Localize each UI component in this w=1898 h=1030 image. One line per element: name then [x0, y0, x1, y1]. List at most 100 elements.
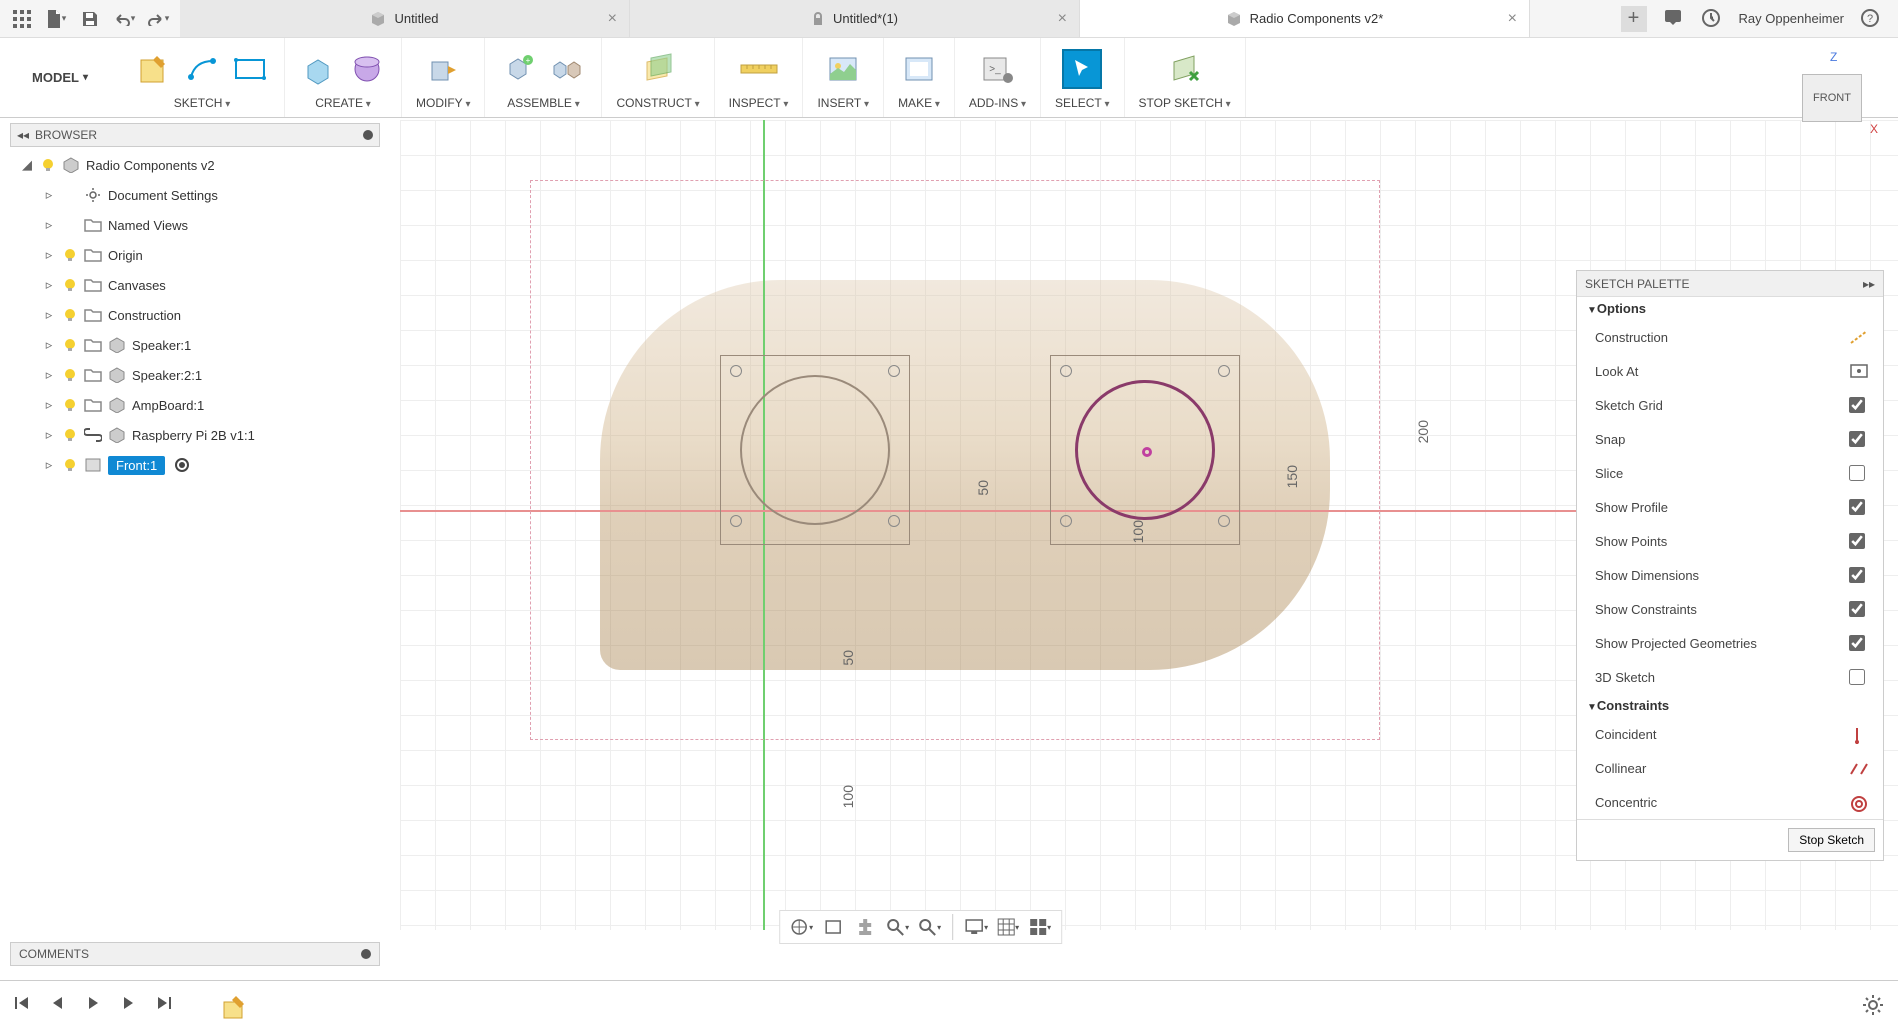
- display-settings-icon[interactable]: ▾: [963, 914, 989, 940]
- sketch-rectangle[interactable]: [530, 180, 1380, 740]
- lightbulb-icon[interactable]: [62, 367, 78, 383]
- dimension-label[interactable]: 50: [840, 650, 856, 666]
- ribbon-label[interactable]: ADD-INS: [969, 96, 1026, 110]
- ribbon-label[interactable]: STOP SKETCH: [1139, 96, 1231, 110]
- hole-circle[interactable]: [730, 515, 742, 527]
- tab-untitled-1[interactable]: Untitled*(1) ×: [630, 0, 1080, 37]
- palette-section-constraints[interactable]: Constraints: [1577, 694, 1883, 717]
- stop-sketch-icon[interactable]: [1165, 49, 1205, 89]
- palette-option-row[interactable]: Show Dimensions: [1577, 558, 1883, 592]
- ribbon-label[interactable]: SELECT: [1055, 96, 1110, 110]
- save-icon[interactable]: [78, 7, 102, 31]
- comments-panel-header[interactable]: COMMENTS: [10, 942, 380, 966]
- palette-option-row[interactable]: Sketch Grid: [1577, 388, 1883, 422]
- lightbulb-icon[interactable]: [62, 337, 78, 353]
- extrude-icon[interactable]: [299, 49, 339, 89]
- browser-panel-header[interactable]: ◂◂ BROWSER: [10, 123, 380, 147]
- checkbox[interactable]: [1849, 567, 1865, 583]
- notifications-icon[interactable]: [1663, 8, 1685, 30]
- undo-icon[interactable]: ▾: [112, 7, 136, 31]
- grid-settings-icon[interactable]: ▾: [995, 914, 1021, 940]
- checkbox[interactable]: [1849, 669, 1865, 685]
- dimension-label[interactable]: 150: [1284, 465, 1300, 488]
- fit-icon[interactable]: ▾: [916, 914, 942, 940]
- caret-right-icon[interactable]: ▹: [42, 247, 56, 263]
- caret-right-icon[interactable]: ▹: [42, 187, 56, 203]
- coincident-icon[interactable]: [1849, 726, 1865, 742]
- dimension-label[interactable]: 50: [975, 480, 991, 496]
- palette-option-row[interactable]: Snap: [1577, 422, 1883, 456]
- palette-header[interactable]: SKETCH PALETTE ▸▸: [1577, 271, 1883, 297]
- checkbox[interactable]: [1849, 431, 1865, 447]
- tree-item[interactable]: ▹Canvases: [20, 270, 380, 300]
- lightbulb-icon[interactable]: [62, 247, 78, 263]
- concentric-icon[interactable]: [1849, 794, 1865, 810]
- ribbon-label[interactable]: CONSTRUCT: [616, 96, 699, 110]
- caret-right-icon[interactable]: ▹: [42, 367, 56, 383]
- user-name[interactable]: Ray Oppenheimer: [1739, 11, 1845, 26]
- caret-right-icon[interactable]: ▹: [42, 397, 56, 413]
- viewport-settings-icon[interactable]: ▾: [1027, 914, 1053, 940]
- tree-item[interactable]: ▹Document Settings: [20, 180, 380, 210]
- ribbon-label[interactable]: SKETCH: [174, 96, 231, 110]
- tree-item[interactable]: ▹Raspberry Pi 2B v1:1: [20, 420, 380, 450]
- joint-icon[interactable]: [547, 49, 587, 89]
- checkbox[interactable]: [1849, 635, 1865, 651]
- checkbox[interactable]: [1849, 601, 1865, 617]
- checkbox[interactable]: [1849, 499, 1865, 515]
- revolve-icon[interactable]: [347, 49, 387, 89]
- new-component-icon[interactable]: +: [499, 49, 539, 89]
- hole-circle[interactable]: [1060, 515, 1072, 527]
- dimension-label[interactable]: 200: [1415, 420, 1431, 443]
- new-tab-icon[interactable]: +: [1621, 6, 1647, 32]
- close-icon[interactable]: ×: [1058, 10, 1067, 28]
- timeline-step-fwd-icon[interactable]: [120, 994, 144, 1018]
- rectangle-tool-icon[interactable]: [230, 49, 270, 89]
- ribbon-label[interactable]: CREATE: [315, 96, 371, 110]
- collinear-icon[interactable]: [1849, 760, 1865, 776]
- checkbox[interactable]: [1849, 397, 1865, 413]
- tab-radio-components[interactable]: Radio Components v2* ×: [1080, 0, 1530, 37]
- select-tool-icon[interactable]: [1062, 49, 1102, 89]
- job-status-icon[interactable]: [1701, 8, 1723, 30]
- tree-item[interactable]: ▹Construction: [20, 300, 380, 330]
- apps-menu-icon[interactable]: [10, 7, 34, 31]
- caret-right-icon[interactable]: ▹: [42, 427, 56, 443]
- palette-constraint-row[interactable]: Collinear: [1577, 751, 1883, 785]
- file-menu-icon[interactable]: ▾: [44, 7, 68, 31]
- measure-icon[interactable]: [739, 49, 779, 89]
- help-icon[interactable]: ?: [1860, 8, 1882, 30]
- checkbox[interactable]: [1849, 465, 1865, 481]
- orbit-icon[interactable]: ▾: [788, 914, 814, 940]
- tree-item[interactable]: ▹Speaker:2:1: [20, 360, 380, 390]
- tree-root[interactable]: ◢ Radio Components v2: [20, 150, 380, 180]
- timeline-settings-icon[interactable]: [1862, 994, 1886, 1018]
- palette-option-row[interactable]: 3D Sketch: [1577, 660, 1883, 694]
- viewcube-face[interactable]: FRONT: [1802, 74, 1862, 122]
- look-at-icon[interactable]: [820, 914, 846, 940]
- timeline-start-icon[interactable]: [12, 994, 36, 1018]
- caret-right-icon[interactable]: ▹: [42, 277, 56, 293]
- press-pull-icon[interactable]: [423, 49, 463, 89]
- hole-circle[interactable]: [730, 365, 742, 377]
- zoom-icon[interactable]: ▾: [884, 914, 910, 940]
- tree-item[interactable]: ▹Named Views: [20, 210, 380, 240]
- sketch-circle-1[interactable]: [740, 375, 890, 525]
- active-component-radio[interactable]: [175, 458, 189, 472]
- insert-derive-icon[interactable]: [823, 49, 863, 89]
- tab-untitled[interactable]: Untitled ×: [180, 0, 630, 37]
- hole-circle[interactable]: [1218, 515, 1230, 527]
- timeline-step-back-icon[interactable]: [48, 994, 72, 1018]
- palette-option-row[interactable]: Construction: [1577, 320, 1883, 354]
- construction-icon[interactable]: [1849, 329, 1865, 345]
- lightbulb-icon[interactable]: [62, 307, 78, 323]
- checkbox[interactable]: [1849, 533, 1865, 549]
- scripts-icon[interactable]: >_: [977, 49, 1017, 89]
- lightbulb-icon[interactable]: [62, 397, 78, 413]
- dimension-label[interactable]: 100: [840, 785, 856, 808]
- tree-item[interactable]: ▹Origin: [20, 240, 380, 270]
- palette-section-options[interactable]: Options: [1577, 297, 1883, 320]
- expand-icon[interactable]: ▸▸: [1863, 277, 1875, 291]
- ribbon-label[interactable]: MAKE: [898, 96, 940, 110]
- palette-constraint-row[interactable]: Coincident: [1577, 717, 1883, 751]
